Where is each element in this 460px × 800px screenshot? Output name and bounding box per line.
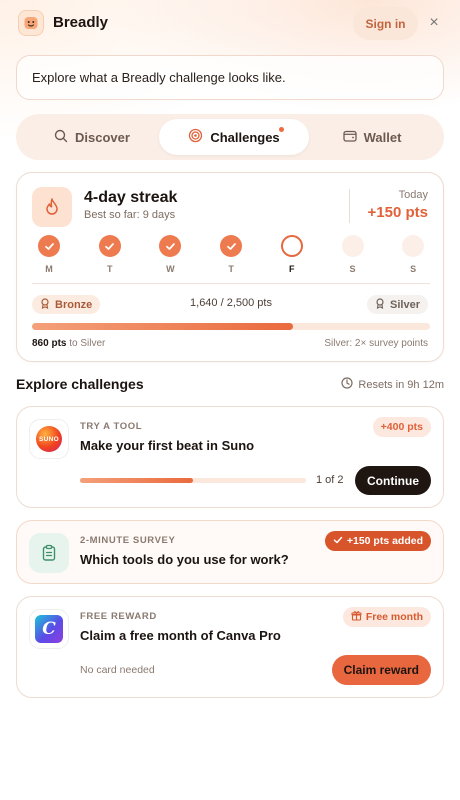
- wallet-icon: [342, 129, 357, 146]
- challenge-card-survey[interactable]: 2-MINUTE SURVEY Which tools do you use f…: [16, 520, 444, 584]
- tab-bar: Discover Challenges Wallet: [16, 114, 444, 160]
- suno-logo-icon: SUNO: [29, 419, 69, 459]
- today-points: +150 pts: [367, 204, 428, 221]
- today-label: Today: [398, 189, 428, 201]
- card-kicker: 2-MINUTE SURVEY: [80, 535, 176, 546]
- card-title: Claim a free month of Canva Pro: [80, 628, 281, 643]
- day-label: W: [166, 264, 175, 274]
- challenge-progress-text: 1 of 2: [316, 474, 344, 486]
- notification-dot: [279, 127, 284, 132]
- divider: [32, 283, 430, 284]
- tier-progress-bar: [32, 323, 430, 330]
- suno-logo-text: SUNO: [39, 435, 59, 443]
- day-6: S: [401, 235, 425, 274]
- flame-icon: [32, 187, 72, 227]
- badge-label: +150 pts added: [346, 535, 423, 547]
- day-3: T: [219, 235, 243, 274]
- day-check-icon: [220, 235, 243, 257]
- streak-card: 4-day streak Best so far: 9 days Today +…: [16, 172, 444, 362]
- check-icon: [333, 535, 343, 548]
- card-title: Make your first beat in Suno: [80, 438, 255, 453]
- clipboard-icon: [29, 533, 69, 573]
- card-note: No card needed: [80, 664, 155, 676]
- sign-in-button[interactable]: Sign in: [353, 7, 418, 40]
- tier-badge-silver: Silver: [367, 295, 428, 314]
- day-1: T: [98, 235, 122, 274]
- badge-label: Free month: [365, 611, 423, 623]
- points-remaining: 860 pts: [32, 338, 67, 349]
- reset-timer: Resets in 9h 12m: [341, 377, 444, 392]
- continue-button[interactable]: Continue: [355, 466, 431, 495]
- day-2: W: [158, 235, 182, 274]
- day-check-icon: [38, 235, 60, 257]
- day-check-icon: [159, 235, 182, 257]
- section-title: Explore challenges: [16, 376, 144, 392]
- tab-label: Discover: [75, 129, 130, 145]
- day-label: T: [228, 264, 234, 274]
- day-label: S: [349, 264, 356, 274]
- free-month-badge: Free month: [342, 607, 431, 627]
- day-future-dot: [341, 235, 364, 257]
- streak-best: Best so far: 9 days: [84, 209, 176, 221]
- tier-label: Silver: [390, 298, 420, 311]
- day-current-ring: [280, 235, 303, 257]
- card-title: Which tools do you use for work?: [80, 552, 289, 567]
- day-5: S: [341, 235, 365, 274]
- top-bar: Breadly Sign in ×: [0, 0, 460, 48]
- banner-text: Explore what a Breadly challenge looks l…: [32, 70, 286, 85]
- breadly-logo-icon: [18, 10, 44, 36]
- tab-discover[interactable]: Discover: [22, 119, 162, 155]
- next-tier-perk: Silver: 2× survey points: [324, 338, 428, 349]
- day-label: S: [410, 264, 417, 274]
- gift-icon: [351, 610, 362, 624]
- tab-wallet[interactable]: Wallet: [306, 119, 438, 155]
- to-next-label: to Silver: [69, 338, 106, 349]
- card-kicker: FREE REWARD: [80, 611, 157, 622]
- challenge-card-canva[interactable]: C FREE REWARD Claim a free month of Canv…: [16, 596, 444, 698]
- day-future-dot: [402, 235, 425, 257]
- day-0: M: [37, 235, 61, 274]
- clock-icon: [341, 377, 353, 392]
- medal-icon: [375, 297, 385, 312]
- points-to-next-tier: 860 pts to Silver: [32, 338, 105, 349]
- claim-reward-button[interactable]: Claim reward: [331, 655, 431, 685]
- day-check-icon: [98, 235, 121, 257]
- tab-label: Challenges: [210, 129, 280, 145]
- explore-banner: Explore what a Breadly challenge looks l…: [16, 55, 444, 100]
- tier-progress-fill: [32, 323, 294, 330]
- divider: [349, 189, 350, 223]
- canva-logo-text: C: [42, 619, 56, 639]
- challenge-card-suno[interactable]: SUNO TRY A TOOL Make your first beat in …: [16, 406, 444, 508]
- day-label: M: [45, 264, 53, 274]
- day-4: F: [280, 235, 304, 274]
- points-badge: +400 pts: [372, 417, 431, 437]
- day-label: T: [106, 264, 113, 274]
- target-icon: [188, 128, 203, 146]
- tab-label: Wallet: [363, 129, 402, 145]
- points-added-badge: +150 pts added: [324, 531, 431, 551]
- challenge-progress-bar: [80, 478, 306, 483]
- brand-name: Breadly: [53, 14, 109, 31]
- close-icon[interactable]: ×: [426, 15, 442, 31]
- search-icon: [54, 129, 68, 146]
- canva-logo-icon: C: [29, 609, 69, 649]
- tab-challenges[interactable]: Challenges: [159, 119, 309, 155]
- streak-title: 4-day streak: [84, 189, 178, 206]
- day-label: F: [289, 264, 295, 274]
- reset-text: Resets in 9h 12m: [358, 378, 444, 391]
- card-kicker: TRY A TOOL: [80, 421, 143, 432]
- challenge-progress-fill: [80, 478, 193, 483]
